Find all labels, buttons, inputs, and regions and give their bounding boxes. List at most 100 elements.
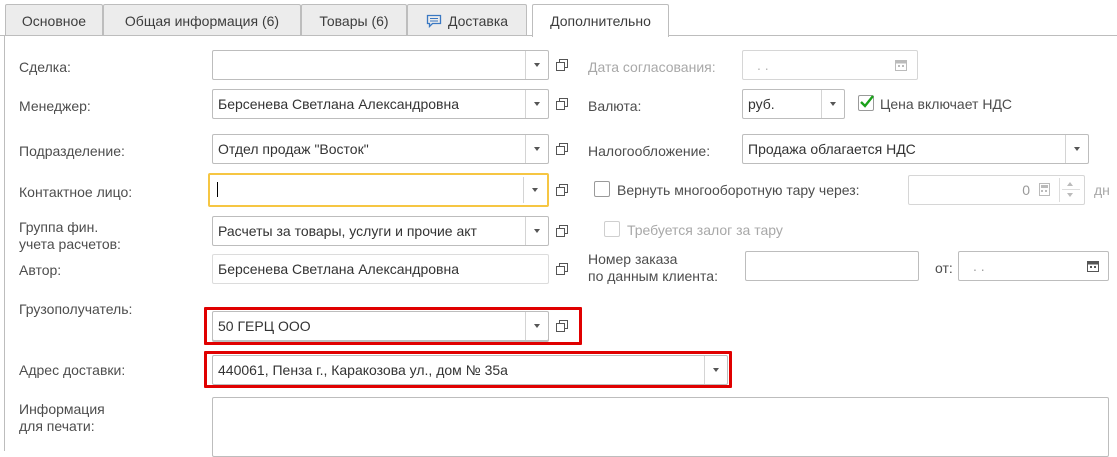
fin-group-dropdown-button[interactable]: [525, 217, 548, 245]
chevron-down-icon: [1074, 147, 1080, 151]
taxation-field[interactable]: Продажа облагается НДС: [742, 134, 1089, 164]
return-tare-days-value: 0: [1022, 182, 1030, 198]
chevron-down-icon: [534, 324, 540, 328]
deal-dropdown-button[interactable]: [525, 51, 548, 79]
open-icon: [556, 98, 568, 110]
contact-open-button[interactable]: [551, 175, 573, 205]
deposit-label: Требуется залог за тару: [627, 222, 783, 238]
tab-additional[interactable]: Дополнительно: [532, 4, 669, 37]
tab-strip: Основное Общая информация (6) Товары (6)…: [0, 0, 1117, 37]
tab-label: Доставка: [447, 12, 509, 29]
fin-group-label-line2: учета расчетов:: [19, 236, 121, 252]
chevron-down-icon: [534, 229, 540, 233]
department-value: Отдел продаж "Восток": [218, 141, 369, 157]
fin-group-value: Расчеты за товары, услуги и прочие акт: [218, 223, 477, 239]
spinner-up-icon: [1067, 182, 1073, 186]
approval-date-field: . .: [742, 50, 918, 80]
author-field: Берсенева Светлана Александровна: [212, 254, 549, 284]
spinner-down-icon: [1067, 193, 1073, 197]
currency-field[interactable]: руб.: [742, 89, 845, 119]
text-caret: [217, 182, 218, 197]
consignee-value: 50 ГЕРЦ ООО: [218, 318, 311, 334]
additional-form: Сделка: Менеджер: Берсенева Светлана Але…: [4, 36, 1117, 457]
taxation-dropdown-button[interactable]: [1065, 135, 1088, 163]
tab-delivery[interactable]: Доставка: [407, 4, 527, 36]
price-incl-vat-checkbox[interactable]: [858, 95, 874, 111]
calculator-icon: [1039, 183, 1050, 199]
return-tare-unit: дн: [1094, 182, 1110, 198]
department-field[interactable]: Отдел продаж "Восток": [212, 134, 549, 164]
author-open-button[interactable]: [551, 254, 573, 284]
consignee-label: Грузополучатель:: [19, 301, 133, 317]
consignee-open-button[interactable]: [551, 311, 573, 341]
open-icon: [556, 320, 568, 332]
price-incl-vat-label: Цена включает НДС: [880, 96, 1013, 112]
approval-date-label: Дата согласования:: [588, 59, 716, 75]
calendar-icon: [895, 58, 907, 74]
manager-dropdown-button[interactable]: [525, 90, 548, 118]
delivery-address-label: Адрес доставки:: [19, 362, 126, 378]
open-icon: [556, 225, 568, 237]
order-date-field[interactable]: . .: [958, 251, 1109, 281]
order-number-field[interactable]: [745, 251, 919, 281]
currency-dropdown-button[interactable]: [821, 90, 844, 118]
chevron-down-icon: [534, 147, 540, 151]
open-icon: [556, 143, 568, 155]
tab-general-info[interactable]: Общая информация (6): [103, 4, 301, 36]
chevron-down-icon: [534, 63, 540, 67]
contact-dropdown-button[interactable]: [523, 177, 546, 203]
chevron-down-icon: [534, 102, 540, 106]
manager-label: Менеджер:: [19, 98, 91, 114]
contact-label: Контактное лицо:: [19, 184, 133, 200]
department-dropdown-button[interactable]: [525, 135, 548, 163]
chevron-down-icon: [532, 188, 538, 192]
tab-goods[interactable]: Товары (6): [301, 4, 407, 36]
deal-label: Сделка:: [19, 59, 71, 75]
return-tare-checkbox[interactable]: [594, 181, 610, 197]
print-info-textarea[interactable]: [212, 397, 1109, 457]
consignee-dropdown-button[interactable]: [525, 312, 548, 340]
manager-value: Берсенева Светлана Александровна: [218, 96, 459, 112]
fin-group-label-line1: Группа фин.: [19, 219, 99, 235]
tab-label: Основное: [21, 12, 87, 29]
currency-label: Валюта:: [588, 98, 642, 114]
comment-icon: [426, 14, 442, 28]
tab-label: Дополнительно: [550, 13, 651, 29]
taxation-value: Продажа облагается НДС: [748, 141, 916, 157]
print-info-label-line2: для печати:: [19, 418, 95, 434]
order-number-label-line2: по данным клиента:: [588, 268, 718, 284]
delivery-address-value: 440061, Пенза г., Каракозова ул., дом № …: [218, 362, 508, 378]
manager-field[interactable]: Берсенева Светлана Александровна: [212, 89, 549, 119]
open-icon: [556, 184, 568, 196]
delivery-address-field[interactable]: 440061, Пенза г., Каракозова ул., дом № …: [212, 355, 728, 385]
deal-open-button[interactable]: [551, 50, 573, 80]
open-icon: [556, 263, 568, 275]
approval-date-value: . .: [757, 57, 769, 73]
deposit-checkbox: [604, 221, 620, 237]
contact-field[interactable]: [208, 173, 549, 207]
tab-main[interactable]: Основное: [5, 4, 103, 36]
chevron-down-icon: [830, 102, 836, 106]
department-label: Подразделение:: [19, 143, 125, 159]
spinner-divider: [1062, 189, 1080, 190]
taxation-label: Налогообложение:: [588, 143, 711, 159]
consignee-input[interactable]: 50 ГЕРЦ ООО: [212, 311, 549, 341]
checkmark-icon: [860, 95, 874, 108]
print-info-label-line1: Информация: [19, 401, 105, 417]
tab-label: Товары (6): [319, 12, 389, 29]
manager-open-button[interactable]: [551, 89, 573, 119]
tab-label: Общая информация (6): [124, 12, 280, 29]
department-open-button[interactable]: [551, 134, 573, 164]
order-number-label-line1: Номер заказа: [588, 251, 678, 267]
delivery-address-dropdown-button[interactable]: [704, 356, 727, 384]
deal-field[interactable]: [212, 50, 549, 80]
fin-group-field[interactable]: Расчеты за товары, услуги и прочие акт: [212, 216, 549, 246]
order-date-from-label: от:: [935, 260, 953, 276]
author-label: Автор:: [19, 262, 62, 278]
calendar-icon[interactable]: [1087, 259, 1099, 275]
fin-group-open-button[interactable]: [551, 216, 573, 246]
currency-value: руб.: [748, 96, 775, 112]
author-value: Берсенева Светлана Александровна: [218, 261, 459, 277]
order-date-value: . .: [973, 258, 985, 274]
days-spinner: [1059, 178, 1081, 202]
